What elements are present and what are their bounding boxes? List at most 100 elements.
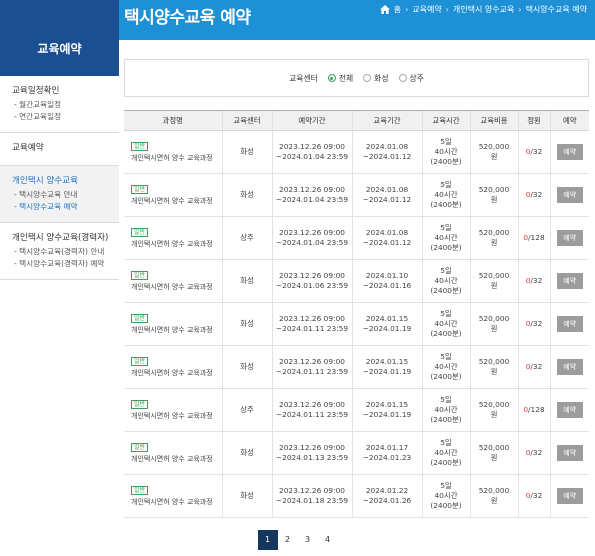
radio-label: 상주	[409, 73, 424, 83]
reserve-button[interactable]: 예약	[556, 187, 583, 203]
sidebar-item-transfer-reserve[interactable]: - 택시양수교육 예약	[12, 201, 119, 213]
capacity-cell: 0/32	[517, 431, 550, 475]
education-time-cell: 5일 40시간 (2400분)	[421, 259, 470, 303]
breadcrumb-course[interactable]: 개인택시 양수교육	[453, 4, 514, 15]
reservation-period-cell: 2023.12.26 09:00 ~2024.01.04 23:59	[271, 216, 352, 260]
capacity-cell: 0/32	[517, 173, 550, 217]
education-minutes: (2400분)	[430, 501, 462, 510]
education-start: 2024.01.10	[365, 271, 409, 280]
sidebar: 교육일정확인 - 월간교육일정 - 연간교육일정 교육예약 개인택시 양수교육 …	[0, 76, 119, 280]
breadcrumb-reservation[interactable]: 교육예약	[412, 4, 441, 15]
table-row: 일반 개인택시면허 양수 교육과정 화성 2023.12.26 09:00 ~2024.…	[124, 302, 589, 346]
chevron-right-icon: ›	[518, 5, 522, 14]
reservation-period-cell: 2023.12.26 09:00 ~2024.01.18 23:59	[271, 474, 352, 518]
home-icon[interactable]	[379, 5, 390, 14]
education-hours: 40시간	[434, 190, 458, 199]
education-period-cell: 2024.01.08 ~2024.01.12	[351, 130, 422, 174]
breadcrumb-home[interactable]: 홈	[394, 4, 401, 15]
reservation-period-cell: 2023.12.26 09:00 ~2024.01.04 23:59	[271, 173, 352, 217]
education-start: 2024.01.08	[365, 185, 409, 194]
reservation-start: 2023.12.26 09:00	[279, 142, 345, 151]
radio-unchecked-icon[interactable]	[398, 74, 407, 82]
reserve-button[interactable]: 예약	[556, 144, 583, 160]
radio-unchecked-icon[interactable]	[363, 74, 372, 82]
page-3[interactable]: 3	[298, 530, 318, 550]
reservation-start: 2023.12.26 09:00	[279, 400, 345, 409]
col-reservation-period: 예약기간	[271, 110, 352, 131]
radio-label: 화성	[374, 73, 389, 83]
fee-cell: 520,000 원	[469, 345, 518, 389]
page-4[interactable]: 4	[318, 530, 338, 550]
reserve-button[interactable]: 예약	[556, 273, 583, 289]
course-cell: 일반 개인택시면허 양수 교육과정	[124, 259, 222, 303]
education-minutes: (2400분)	[430, 243, 462, 252]
reservation-period-cell: 2023.12.26 09:00 ~2024.01.11 23:59	[271, 345, 352, 389]
education-time-cell: 5일 40시간 (2400분)	[421, 173, 470, 217]
education-days: 5일	[440, 266, 452, 275]
fee-unit: 원	[490, 281, 498, 290]
radio-all[interactable]: 전체	[327, 73, 353, 84]
page-2[interactable]: 2	[278, 530, 298, 550]
capacity-cell: 0/32	[517, 130, 550, 174]
center-cell: 화성	[221, 130, 272, 174]
reservation-start: 2023.12.26 09:00	[279, 314, 345, 323]
course-name: 개인택시면허 양수 교육과정	[131, 498, 213, 506]
reserve-button[interactable]: 예약	[556, 230, 583, 246]
reserve-button[interactable]: 예약	[556, 488, 583, 504]
capacity-cell: 0/32	[517, 259, 550, 303]
education-start: 2024.01.08	[365, 142, 409, 151]
capacity-total: /32	[530, 448, 543, 457]
sidebar-item-transfer[interactable]: 개인택시 양수교육	[12, 174, 119, 186]
reserve-button[interactable]: 예약	[556, 359, 583, 375]
table-row: 일반 개인택시면허 양수 교육과정 화성 2023.12.26 09:00 ~2024.…	[124, 345, 589, 389]
page-1[interactable]: 1	[257, 530, 278, 550]
radio-checked-icon[interactable]	[327, 74, 336, 82]
education-start: 2024.01.15	[365, 357, 409, 366]
course-cell: 일반 개인택시면허 양수 교육과정	[124, 388, 222, 432]
sidebar-item-reservation[interactable]: 교육예약	[12, 141, 119, 153]
reserve-button[interactable]: 예약	[556, 445, 583, 461]
education-hours: 40시간	[434, 405, 458, 414]
capacity-total: /128	[528, 233, 545, 242]
sidebar-item-schedule[interactable]: 교육일정확인	[12, 84, 119, 96]
radio-hwaseong[interactable]: 화성	[363, 73, 389, 84]
sidebar-item-yearly[interactable]: - 연간교육일정	[12, 111, 119, 123]
col-capacity: 정원	[517, 110, 550, 131]
capacity-total: /32	[530, 319, 543, 328]
table-row: 일반 개인택시면허 양수 교육과정 화성 2023.12.26 09:00 ~2024.…	[124, 474, 589, 518]
education-hours: 40시간	[434, 362, 458, 371]
sidebar-group-transfer: 개인택시 양수교육 - 택시양수교육 안내 - 택시양수교육 예약	[0, 166, 119, 223]
education-days: 5일	[440, 352, 452, 361]
education-period-cell: 2024.01.10 ~2024.01.16	[351, 259, 422, 303]
education-period-cell: 2024.01.08 ~2024.01.12	[351, 216, 422, 260]
chevron-right-icon: ›	[445, 5, 449, 14]
reservation-end: ~2024.01.18 23:59	[275, 496, 349, 505]
capacity-total: /32	[530, 147, 543, 156]
reserve-cell: 예약	[549, 474, 589, 518]
reservation-start: 2023.12.26 09:00	[279, 185, 345, 194]
education-end: ~2024.01.12	[362, 238, 412, 247]
course-cell: 일반 개인택시면허 양수 교육과정	[124, 474, 222, 518]
course-name: 개인택시면허 양수 교육과정	[131, 154, 213, 162]
education-minutes: (2400분)	[430, 415, 462, 424]
center-cell: 화성	[221, 345, 272, 389]
course-cell: 일반 개인택시면허 양수 교육과정	[124, 130, 222, 174]
table-row: 일반 개인택시면허 양수 교육과정 화성 2023.12.26 09:00 ~2024.…	[124, 173, 589, 217]
capacity-cell: 0/128	[517, 388, 550, 432]
sidebar-item-experienced-info[interactable]: - 택시양수교육(경력자) 안내	[12, 246, 119, 258]
fee-cell: 520,000 원	[469, 259, 518, 303]
sidebar-item-experienced[interactable]: 개인택시 양수교육(경력자)	[12, 231, 119, 243]
sidebar-item-experienced-reserve[interactable]: - 택시양수교육(경력자) 예약	[12, 258, 119, 270]
reserve-button[interactable]: 예약	[556, 316, 583, 332]
radio-sangju[interactable]: 상주	[398, 73, 424, 84]
sidebar-item-transfer-info[interactable]: - 택시양수교육 안내	[12, 189, 119, 201]
breadcrumb: 홈 › 교육예약 › 개인택시 양수교육 › 택시양수교육 예약	[379, 4, 587, 15]
course-name: 개인택시면허 양수 교육과정	[131, 455, 213, 463]
reserve-button[interactable]: 예약	[556, 402, 583, 418]
fee-amount: 520,000	[478, 443, 510, 452]
sidebar-item-monthly[interactable]: - 월간교육일정	[12, 99, 119, 111]
education-minutes: (2400분)	[430, 458, 462, 467]
education-time-cell: 5일 40시간 (2400분)	[421, 130, 470, 174]
fee-cell: 520,000 원	[469, 474, 518, 518]
capacity-cell: 0/32	[517, 302, 550, 346]
